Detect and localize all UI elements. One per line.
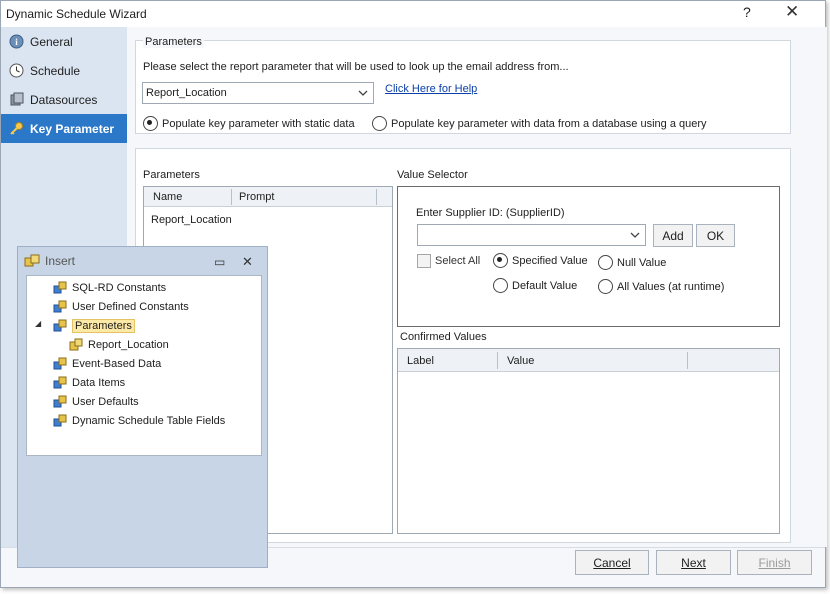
help-button[interactable]: ? <box>743 4 751 20</box>
insert-panel[interactable]: Insert ▭ ✕ SQL-RD Constants User Defined… <box>17 246 268 568</box>
specified-value-label: Specified Value <box>512 254 588 267</box>
puzzle-icon <box>53 395 68 409</box>
parameters-list-header: Name Prompt <box>144 187 392 207</box>
tree-item-label: Report_Location <box>88 338 169 351</box>
confirmed-values-header: Label Value <box>398 349 779 372</box>
insert-panel-title: Insert <box>45 254 76 268</box>
next-button[interactable]: Next <box>656 550 731 575</box>
chevron-down-icon <box>630 228 640 245</box>
column-label[interactable]: Label <box>407 355 434 367</box>
info-icon: i <box>8 34 24 50</box>
ok-button[interactable]: OK <box>696 224 735 247</box>
confirmed-values-list: Label Value <box>397 348 780 534</box>
confirmed-values-heading: Confirmed Values <box>400 331 487 343</box>
tree-item-label: Data Items <box>72 376 126 389</box>
finish-button[interactable]: Finish <box>737 550 812 575</box>
column-name[interactable]: Name <box>153 191 182 203</box>
database-icon <box>8 92 24 108</box>
tree-item-label: Event-Based Data <box>72 357 162 370</box>
radio-button[interactable] <box>493 278 508 293</box>
table-row[interactable]: Report_Location <box>151 214 232 226</box>
chevron-down-icon <box>358 86 368 103</box>
null-value-label: Null Value <box>617 256 667 269</box>
minimize-button[interactable]: ▭ <box>214 255 225 269</box>
sidebar-item-label: Schedule <box>30 63 81 78</box>
tree-item-user-defaults[interactable]: User Defaults <box>53 392 139 411</box>
puzzle-icon <box>53 300 68 314</box>
add-button[interactable]: Add <box>653 224 693 247</box>
parameters-group-heading: Parameters <box>143 36 204 48</box>
sidebar-item-label: General <box>30 34 73 49</box>
sidebar-item-general[interactable]: i General <box>1 27 127 56</box>
tree-item-label: User Defaults <box>72 395 139 408</box>
panel-close-button[interactable]: ✕ <box>242 254 253 270</box>
sidebar-item-label: Key Parameter <box>30 121 115 136</box>
radio-button[interactable] <box>143 116 158 131</box>
tree-item-label: User Defined Constants <box>72 300 189 313</box>
radio-button[interactable] <box>493 253 508 268</box>
key-icon <box>8 121 24 137</box>
radio-default-value[interactable]: Default Value <box>493 278 577 293</box>
tree-item-data-items[interactable]: Data Items <box>53 373 125 392</box>
puzzle-icon <box>53 376 68 390</box>
tree-item-dynamic-schedule-table-fields[interactable]: Dynamic Schedule Table Fields <box>53 411 225 430</box>
radio-static-data[interactable]: Populate key parameter with static data <box>143 116 355 131</box>
radio-button[interactable] <box>372 116 387 131</box>
tree-item-label: Dynamic Schedule Table Fields <box>72 414 226 427</box>
help-link[interactable]: Click Here for Help <box>385 83 477 95</box>
select-all-label: Select All <box>435 255 481 267</box>
column-divider <box>231 189 232 205</box>
radio-all-values[interactable]: All Values (at runtime) <box>598 279 724 294</box>
puzzle-icon <box>53 357 68 371</box>
column-prompt[interactable]: Prompt <box>239 191 274 203</box>
sidebar-item-datasources[interactable]: Datasources <box>1 85 127 114</box>
value-selector-heading: Value Selector <box>397 169 468 181</box>
all-values-label: All Values (at runtime) <box>617 280 725 293</box>
radio-button[interactable] <box>598 279 613 294</box>
radio-null-value[interactable]: Null Value <box>598 255 666 270</box>
expand-toggle-icon[interactable]: ◢ <box>35 319 41 328</box>
default-value-label: Default Value <box>512 279 578 292</box>
puzzle-icon <box>53 281 68 295</box>
radio-specified-value[interactable]: Specified Value <box>493 253 588 268</box>
clock-icon <box>8 63 24 79</box>
column-value[interactable]: Value <box>507 355 534 367</box>
radio-query-label: Populate key parameter with data from a … <box>391 117 707 130</box>
radio-static-label: Populate key parameter with static data <box>162 117 355 130</box>
checkbox[interactable] <box>417 254 431 268</box>
value-selector-box: Enter Supplier ID: (SupplierID) Add OK S… <box>397 186 780 327</box>
column-divider <box>687 352 688 369</box>
radio-query-data[interactable]: Populate key parameter with data from a … <box>372 116 707 131</box>
column-divider <box>497 352 498 369</box>
parameter-select-value: Report_Location <box>146 87 227 99</box>
tree-item-label: SQL-RD Constants <box>72 281 167 294</box>
parameters-list-heading: Parameters <box>143 169 200 181</box>
supplier-id-prompt: Enter Supplier ID: (SupplierID) <box>416 207 565 219</box>
sidebar-item-schedule[interactable]: Schedule <box>1 56 127 85</box>
sidebar-item-key-parameter[interactable]: Key Parameter <box>1 114 127 143</box>
title-bar: Dynamic Schedule Wizard ? ✕ <box>1 1 825 27</box>
select-all-checkbox[interactable]: Select All <box>417 254 480 268</box>
close-button[interactable]: ✕ <box>785 2 799 22</box>
puzzle-icon <box>53 414 68 428</box>
insert-title-bar: Insert <box>24 254 75 268</box>
tree-item-user-defined-constants[interactable]: User Defined Constants <box>53 297 189 316</box>
cancel-button[interactable]: Cancel <box>575 550 649 575</box>
puzzle-icon <box>24 254 40 268</box>
tree-item-sql-rd-constants[interactable]: SQL-RD Constants <box>53 278 166 297</box>
puzzle-icon <box>53 319 68 333</box>
tree-item-report-location[interactable]: Report_Location <box>69 335 169 354</box>
sidebar-item-label: Datasources <box>30 92 98 107</box>
puzzle-icon <box>69 338 84 352</box>
parameters-instruction: Please select the report parameter that … <box>143 61 569 73</box>
tree-item-event-based-data[interactable]: Event-Based Data <box>53 354 161 373</box>
parameter-select[interactable]: Report_Location <box>142 82 374 104</box>
supplier-id-input[interactable] <box>417 224 646 246</box>
column-divider <box>376 189 377 205</box>
window-title: Dynamic Schedule Wizard <box>6 7 147 21</box>
radio-button[interactable] <box>598 255 613 270</box>
tree-item-parameters[interactable]: Parameters <box>53 316 135 335</box>
tree-item-label: Parameters <box>72 318 135 333</box>
insert-tree: SQL-RD Constants User Defined Constants … <box>26 275 262 456</box>
